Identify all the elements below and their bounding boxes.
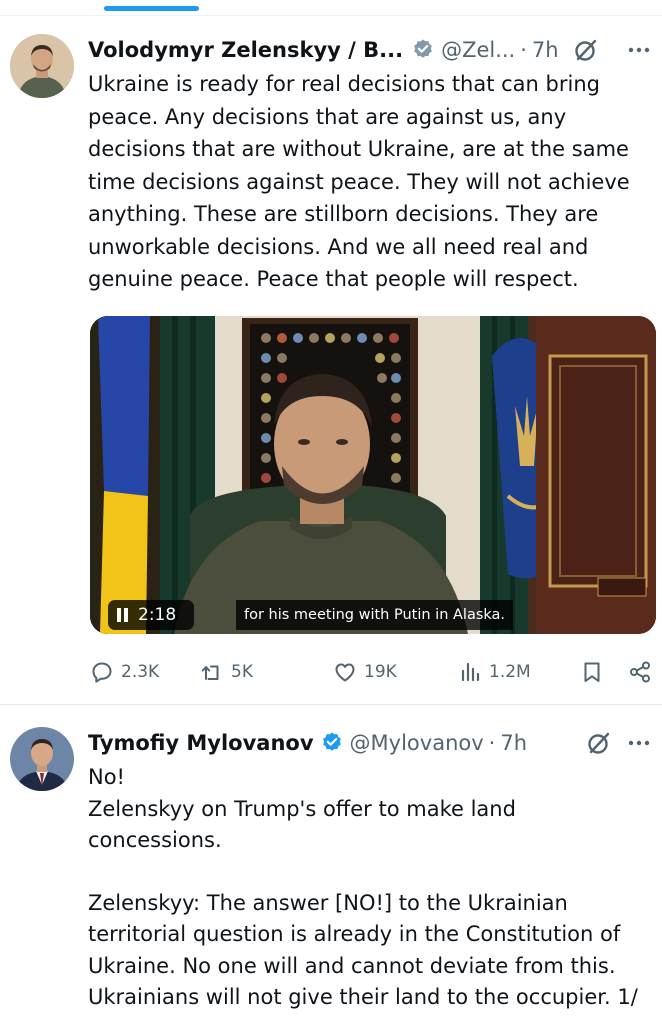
text-line: peace. Any decisions that are against us… bbox=[88, 104, 567, 129]
separator-dot: · bbox=[520, 38, 527, 62]
views-icon bbox=[461, 662, 480, 682]
like-button[interactable]: 19K bbox=[333, 654, 397, 690]
text-line: unworkable decisions. And we all need re… bbox=[88, 234, 589, 259]
heart-icon bbox=[335, 663, 355, 682]
tweet-mylovanov[interactable]: Tymofiy Mylovanov @Mylovanov · 7h No! Ze… bbox=[0, 705, 662, 1020]
text-line: time decisions against peace. They will … bbox=[88, 169, 630, 194]
tweet-zelenskyy[interactable]: Volodymyr Zelenskyy / В... @Zel... · 7h … bbox=[0, 16, 662, 704]
more-icon[interactable] bbox=[626, 37, 652, 63]
timestamp[interactable]: 7h bbox=[532, 38, 559, 62]
text-line: Zelenskyy on Trump's offer to make land bbox=[88, 796, 516, 821]
separator-dot: · bbox=[488, 731, 496, 755]
bookmark-icon bbox=[584, 662, 600, 682]
text-line: Zelenskyy: The answer [NO!] to the Ukrai… bbox=[88, 890, 568, 915]
more-icon[interactable] bbox=[626, 730, 652, 756]
video-duration-badge[interactable]: 2:18 bbox=[108, 600, 194, 630]
like-count: 19K bbox=[364, 662, 397, 682]
pause-icon[interactable] bbox=[117, 608, 128, 622]
bookmark-button[interactable] bbox=[580, 654, 611, 690]
timestamp[interactable]: 7h bbox=[500, 731, 527, 755]
active-tab-indicator bbox=[104, 6, 199, 11]
repost-count: 5K bbox=[231, 662, 253, 682]
verified-badge-icon bbox=[322, 732, 341, 751]
author-handle[interactable]: @Mylovanov bbox=[350, 731, 484, 755]
text-line: No! bbox=[88, 765, 125, 789]
share-icon bbox=[630, 661, 650, 683]
views-button[interactable]: 1.2M bbox=[458, 654, 531, 690]
grok-icon[interactable] bbox=[586, 730, 612, 756]
views-count: 1.2M bbox=[489, 662, 531, 682]
share-button[interactable] bbox=[628, 654, 659, 690]
grok-icon[interactable] bbox=[573, 37, 599, 63]
video-caption: for his meeting with Putin in Alaska. bbox=[236, 600, 514, 630]
avatar[interactable] bbox=[10, 34, 74, 98]
video-player[interactable] bbox=[90, 316, 656, 634]
reply-count: 2.3K bbox=[121, 662, 160, 682]
repost-icon bbox=[201, 665, 219, 680]
verified-badge-icon bbox=[414, 39, 432, 58]
text-line: genuine peace. Peace that people will re… bbox=[88, 267, 579, 291]
tweet-text: No! Zelenskyy on Trump's offer to make l… bbox=[88, 762, 650, 1014]
tweet-actions: 2.3K 5K 19K 1.2M bbox=[88, 654, 658, 690]
reply-button[interactable]: 2.3K bbox=[90, 654, 159, 690]
tweet-header: Volodymyr Zelenskyy / В... @Zel... · 7h bbox=[88, 35, 652, 65]
text-line: Ukraine. No one will and cannot deviate … bbox=[88, 953, 616, 978]
text-line: decisions that are without Ukraine, are … bbox=[88, 137, 629, 161]
text-line: Ukrainians will not give their land to t… bbox=[88, 985, 638, 1009]
tweet-header: Tymofiy Mylovanov @Mylovanov · 7h bbox=[88, 728, 652, 758]
repost-button[interactable]: 5K bbox=[200, 654, 253, 690]
text-line: anything. These are stillborn decisions.… bbox=[88, 202, 599, 226]
text-line: territorial question is already in the C… bbox=[88, 922, 621, 946]
tweet-text: Ukraine is ready for real decisions that… bbox=[88, 68, 650, 296]
author-name[interactable]: Tymofiy Mylovanov bbox=[88, 731, 314, 755]
text-line: Ukraine is ready for real decisions that… bbox=[88, 72, 600, 96]
video-duration: 2:18 bbox=[138, 605, 177, 625]
text-line: concessions. bbox=[88, 828, 222, 852]
author-name[interactable]: Volodymyr Zelenskyy / В... bbox=[88, 38, 403, 62]
author-handle[interactable]: @Zel... bbox=[441, 38, 515, 62]
avatar[interactable] bbox=[10, 727, 74, 791]
reply-icon bbox=[92, 662, 112, 683]
